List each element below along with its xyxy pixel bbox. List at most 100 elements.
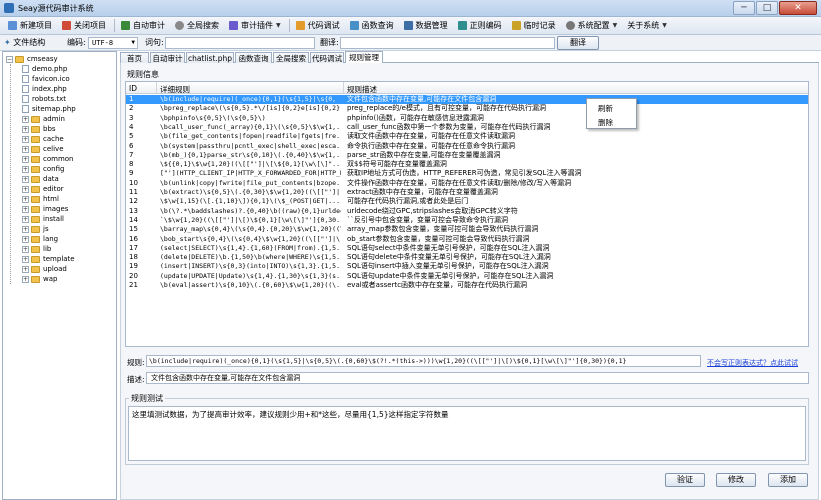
- expand-toggle-icon[interactable]: +: [22, 205, 29, 213]
- tree-folder-item[interactable]: + data: [22, 174, 59, 184]
- folder-icon: [31, 245, 40, 253]
- rule-row[interactable]: 3 \bphpinfo\s{0,5}\(\s{0,5}\) phpinfo()函数，…: [126, 114, 808, 123]
- expand-toggle-icon[interactable]: +: [22, 235, 29, 243]
- tree-folder-item[interactable]: + lang: [22, 234, 58, 244]
- tree-folder-item[interactable]: + js: [22, 224, 49, 234]
- data-management-button[interactable]: 数据管理: [400, 18, 452, 34]
- rule-row[interactable]: 7 \b(mb_){0,1}parse_str\s{0,10}\(.{0,40}\…: [126, 151, 808, 160]
- tree-file-item[interactable]: index.php: [22, 84, 67, 94]
- rule-row[interactable]: 21 \b(eval|assert)\s{0,10}\(.{0,60}\$\w{1…: [126, 281, 808, 290]
- translate-button[interactable]: 翻译: [557, 36, 599, 50]
- expand-toggle-icon[interactable]: +: [22, 275, 29, 283]
- regex-help-link[interactable]: 不会写正则表达式？点此试试: [707, 358, 798, 368]
- rule-row[interactable]: 10 \b(unlink|copy|fwrite|file_put_content…: [126, 178, 808, 188]
- menu-separator: [114, 19, 115, 32]
- context-menu-refresh[interactable]: 刷新: [598, 103, 613, 114]
- tree-folder-item[interactable]: + images: [22, 204, 68, 214]
- system-config-menu[interactable]: 系统配置 ▼: [562, 18, 622, 34]
- tree-folder-item[interactable]: + bbs: [22, 124, 56, 134]
- code-debug-button[interactable]: 代码调试: [292, 18, 344, 34]
- rule-row[interactable]: 1 \b(include|require)(_once){0,1}(\s{1,5}…: [126, 95, 808, 105]
- rule-row[interactable]: 18 (delete|DELETE)\b.{1,50}\b(where|WHERE…: [126, 253, 808, 262]
- verify-button[interactable]: 验证: [665, 473, 705, 487]
- maximize-button[interactable]: □: [756, 1, 778, 15]
- regex-encoding-button[interactable]: 正则编码: [454, 18, 506, 34]
- encoding-select[interactable]: UTF-8 ▼: [88, 37, 138, 49]
- tree-folder-item[interactable]: + config: [22, 164, 64, 174]
- expand-toggle-icon[interactable]: +: [22, 125, 29, 133]
- tree-folder-item[interactable]: + editor: [22, 184, 64, 194]
- rule-row[interactable]: 13 \b(\?.*\baddslashes)?.{0,40}\b((raw){0…: [126, 207, 808, 216]
- close-window-button[interactable]: ✕: [779, 1, 817, 15]
- expand-toggle-icon[interactable]: +: [22, 165, 29, 173]
- column-header-desc[interactable]: 规则描述: [347, 84, 377, 95]
- expand-toggle-icon[interactable]: +: [22, 145, 29, 153]
- audit-plugins-menu[interactable]: 审计插件 ▼: [225, 18, 285, 34]
- expand-toggle-icon[interactable]: +: [22, 225, 29, 233]
- tree-root-folder[interactable]: − cmseasy: [6, 54, 58, 64]
- tree-folder-item[interactable]: + install: [22, 214, 64, 224]
- tree-folder-item[interactable]: + wap: [22, 274, 57, 284]
- rule-desc-input[interactable]: 文件包含函数中存在变量,可能存在文件包含漏洞: [146, 372, 809, 384]
- tree-file-item[interactable]: demo.php: [22, 64, 67, 74]
- rule-row[interactable]: 19 (insert|INSERT)\s{0,3}(into|INTO)\s{1,…: [126, 262, 808, 271]
- expand-toggle-icon[interactable]: +: [22, 155, 29, 163]
- file-tree[interactable]: − cmseasy demo.php favicon.ico index.php robo…: [2, 51, 117, 500]
- file-structure-toggle[interactable]: ✦ 文件结构: [4, 37, 45, 48]
- rule-row[interactable]: 16 \bob_start\s{0,4}\(\s{0,4}\$\w{1,20}((…: [126, 235, 808, 244]
- tree-folder-item[interactable]: + upload: [22, 264, 67, 274]
- rule-pattern-input[interactable]: \b(include|require)(_once){0,1}(\s{1,5}|…: [146, 355, 701, 367]
- minimize-button[interactable]: ─: [733, 1, 755, 15]
- word-input[interactable]: [165, 37, 315, 49]
- rule-pattern-cell: \b(unlink|copy|fwrite|file_put_contents|…: [160, 178, 341, 187]
- tree-folder-item[interactable]: + admin: [22, 114, 65, 124]
- expand-toggle-icon[interactable]: +: [22, 115, 29, 123]
- rule-row[interactable]: 15 \barray_map\s{0,4}\(\s{0,4}.{0,20}\$\w…: [126, 225, 808, 234]
- rule-row[interactable]: 14 `\$\w{1,20}((\[["']|\[)\${0,1}[\w\[\]"…: [126, 216, 808, 225]
- tree-folder-item[interactable]: + html: [22, 194, 59, 204]
- expand-toggle-icon[interactable]: +: [22, 135, 29, 143]
- rule-row[interactable]: 20 (update|UPDATE|Update)\s{1,4}.{1,30}\s…: [126, 272, 808, 281]
- rule-row[interactable]: 2 \bpreg_replace\(\s{0,5}.*\/[is]{0,2}e[i…: [126, 104, 808, 113]
- tree-folder-item[interactable]: + cache: [22, 134, 64, 144]
- column-header-id[interactable]: ID: [129, 84, 137, 93]
- new-project-button[interactable]: 新建项目: [4, 18, 56, 34]
- tree-folder-item[interactable]: + template: [22, 254, 75, 264]
- global-search-button[interactable]: 全局搜索: [171, 18, 223, 34]
- add-button[interactable]: 添加: [768, 473, 808, 487]
- auto-audit-button[interactable]: 自动审计: [117, 18, 169, 34]
- rule-row[interactable]: 5 \b(file_get_contents|fopen|readfile|fge…: [126, 132, 808, 141]
- column-header-rule[interactable]: 详细规则: [160, 84, 190, 95]
- about-system-menu[interactable]: 关于系统 ▼: [623, 18, 671, 34]
- expand-toggle-icon[interactable]: +: [22, 265, 29, 273]
- tree-folder-item[interactable]: + lib: [22, 244, 51, 254]
- test-data-textarea[interactable]: 这里填测试数据，为了提高审计效率，建议规则少用+和*这些，尽量用{1,5}这样指…: [128, 406, 806, 461]
- expand-toggle-icon[interactable]: +: [22, 215, 29, 223]
- rules-list[interactable]: ID 详细规则 规则描述 1 \b(include|require)(_once)…: [125, 81, 809, 347]
- temp-notes-button[interactable]: 临时记录: [508, 18, 560, 34]
- translate-input[interactable]: [340, 37, 555, 49]
- expand-toggle-icon[interactable]: −: [6, 55, 13, 63]
- tree-file-item[interactable]: sitemap.php: [22, 104, 76, 114]
- close-project-button[interactable]: 关闭项目: [58, 18, 110, 34]
- expand-toggle-icon[interactable]: +: [22, 255, 29, 263]
- rule-row[interactable]: 6 \b(system|passthru|pcntl_exec|shell_exe…: [126, 142, 808, 151]
- rule-row[interactable]: 4 \bcall_user_func(_array){0,1}\(\s{0,5}\…: [126, 123, 808, 132]
- rule-row[interactable]: 8 \${{0,1}\$\w{1,20}((\[["']|\[\${0,1}[\w…: [126, 160, 808, 169]
- tree-folder-item[interactable]: + common: [22, 154, 74, 164]
- function-lookup-button[interactable]: 函数查询: [346, 18, 398, 34]
- context-menu-delete[interactable]: 删除: [598, 117, 613, 128]
- tree-file-item[interactable]: robots.txt: [22, 94, 66, 104]
- rule-row[interactable]: 9 ["'](HTTP_CLIENT_IP|HTTP_X_FORWARDED_FO…: [126, 169, 808, 178]
- tree-folder-item[interactable]: + celive: [22, 144, 64, 154]
- rule-pattern-cell: \$\w{1,15}(\[.{1,10}\]){0,1}\(\$_(POST|G…: [160, 197, 341, 206]
- expand-toggle-icon[interactable]: +: [22, 245, 29, 253]
- rule-row[interactable]: 12 \$\w{1,15}(\[.{1,10}\]){0,1}\(\$_(POST…: [126, 197, 808, 206]
- modify-button[interactable]: 修改: [716, 473, 756, 487]
- expand-toggle-icon[interactable]: +: [22, 185, 29, 193]
- tree-file-item[interactable]: favicon.ico: [22, 74, 70, 84]
- expand-toggle-icon[interactable]: +: [22, 175, 29, 183]
- rule-row[interactable]: 11 \b(extract)\s{0,5}\(.{0,30}\$\w{1,20}(…: [126, 188, 808, 197]
- expand-toggle-icon[interactable]: +: [22, 195, 29, 203]
- rule-row[interactable]: 17 (select|SELECT)\s{1,4}.{1,60}(FROM|fro…: [126, 244, 808, 253]
